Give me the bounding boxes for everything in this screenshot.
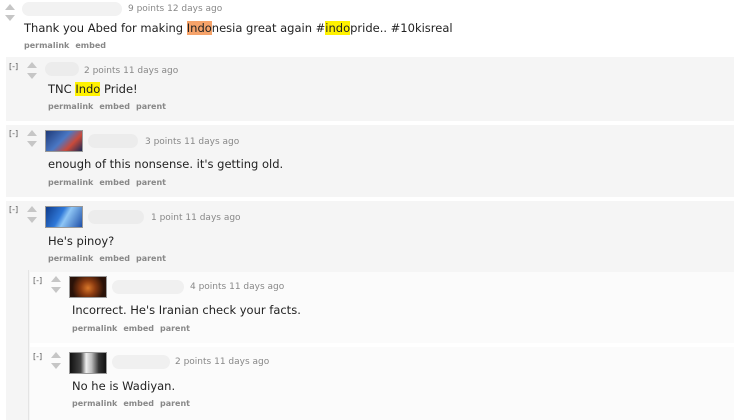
thread-line[interactable]	[28, 270, 29, 420]
comment-5-votes	[50, 352, 62, 369]
comment-4-votes	[50, 276, 62, 293]
parent-link[interactable]: parent	[160, 399, 190, 408]
comment-5-links: permalink embed parent	[72, 399, 196, 408]
user-avatar[interactable]	[69, 276, 107, 298]
comment-5-meta: 2 points 11 days ago	[175, 357, 270, 367]
comment-0-text-c: pride.. #10kisreal	[350, 21, 453, 35]
comment-0-author[interactable]	[22, 2, 122, 16]
comment-0-meta: 9 points 12 days ago	[128, 4, 223, 14]
comment-separator	[30, 343, 734, 347]
embed-link[interactable]: embed	[99, 254, 130, 263]
embed-link[interactable]: embed	[75, 41, 106, 50]
permalink-link[interactable]: permalink	[48, 178, 93, 187]
comment-1-body: TNC Indo Pride!	[48, 82, 138, 96]
collapse-toggle[interactable]: [-]	[33, 352, 42, 361]
collapse-toggle[interactable]: [-]	[9, 62, 18, 71]
parent-link[interactable]: parent	[136, 254, 166, 263]
comment-4-author[interactable]	[112, 280, 184, 294]
comment-2-meta: 3 points 11 days ago	[145, 137, 240, 147]
comment-0-body: Thank you Abed for making Indonesia grea…	[24, 21, 453, 35]
upvote-arrow-icon[interactable]	[51, 276, 61, 282]
comment-5-author[interactable]	[112, 355, 170, 369]
comment-5-body: No he is Wadiyan.	[72, 379, 176, 393]
user-avatar[interactable]	[45, 206, 83, 228]
comment-2-body: enough of this nonsense. it's getting ol…	[48, 157, 284, 171]
permalink-link[interactable]: permalink	[48, 102, 93, 111]
comment-4-meta: 4 points 11 days ago	[190, 282, 285, 292]
comment-1-text-b: Pride!	[100, 82, 138, 96]
parent-link[interactable]: parent	[136, 102, 166, 111]
upvote-arrow-icon[interactable]	[51, 352, 61, 358]
collapse-toggle[interactable]: [-]	[33, 276, 42, 285]
embed-link[interactable]: embed	[99, 102, 130, 111]
comment-0-text-b: nesia great again #	[211, 21, 326, 35]
upvote-arrow-icon[interactable]	[27, 130, 37, 136]
comment-4-links: permalink embed parent	[72, 324, 196, 333]
parent-link[interactable]: parent	[136, 178, 166, 187]
comment-separator	[6, 197, 734, 201]
comment-1-meta: 2 points 11 days ago	[84, 66, 179, 76]
permalink-link[interactable]: permalink	[48, 254, 93, 263]
comment-4-body: Incorrect. He's Iranian check your facts…	[72, 303, 301, 317]
user-avatar[interactable]	[69, 352, 107, 374]
comment-1-votes	[26, 62, 38, 79]
downvote-arrow-icon[interactable]	[27, 73, 37, 79]
embed-link[interactable]: embed	[99, 178, 130, 187]
collapse-toggle[interactable]: [-]	[9, 129, 18, 138]
downvote-arrow-icon[interactable]	[5, 15, 15, 21]
comment-1-links: permalink embed parent	[48, 102, 172, 111]
highlight-indo: indo	[325, 21, 351, 35]
comment-3-meta: 1 point 11 days ago	[151, 213, 241, 223]
embed-link[interactable]: embed	[123, 399, 154, 408]
parent-link[interactable]: parent	[160, 324, 190, 333]
downvote-arrow-icon[interactable]	[51, 287, 61, 293]
highlight-indo: Indo	[186, 21, 212, 35]
embed-link[interactable]: embed	[123, 324, 154, 333]
permalink-link[interactable]: permalink	[72, 324, 117, 333]
downvote-arrow-icon[interactable]	[27, 217, 37, 223]
permalink-link[interactable]: permalink	[72, 399, 117, 408]
downvote-arrow-icon[interactable]	[27, 141, 37, 147]
user-avatar[interactable]	[45, 130, 83, 152]
comment-2-links: permalink embed parent	[48, 178, 172, 187]
permalink-link[interactable]: permalink	[24, 41, 69, 50]
comment-1-author[interactable]	[45, 62, 79, 76]
upvote-arrow-icon[interactable]	[27, 62, 37, 68]
comment-separator	[6, 121, 734, 125]
comment-3-votes	[26, 206, 38, 223]
comment-3-links: permalink embed parent	[48, 254, 172, 263]
collapse-toggle[interactable]: [-]	[9, 205, 18, 214]
upvote-arrow-icon[interactable]	[27, 206, 37, 212]
comment-2-author[interactable]	[88, 134, 138, 148]
comment-2-votes	[26, 130, 38, 147]
upvote-arrow-icon[interactable]	[5, 4, 15, 10]
comment-0-text-a: Thank you Abed for making	[24, 21, 187, 35]
comment-3-body: He's pinoy?	[48, 234, 115, 248]
comment-1-text-a: TNC	[48, 82, 76, 96]
comment-0-links: permalink embed	[24, 41, 112, 50]
comment-0-votes	[4, 4, 16, 21]
downvote-arrow-icon[interactable]	[51, 363, 61, 369]
highlight-indo: Indo	[75, 82, 101, 96]
comment-3-author[interactable]	[88, 210, 144, 224]
